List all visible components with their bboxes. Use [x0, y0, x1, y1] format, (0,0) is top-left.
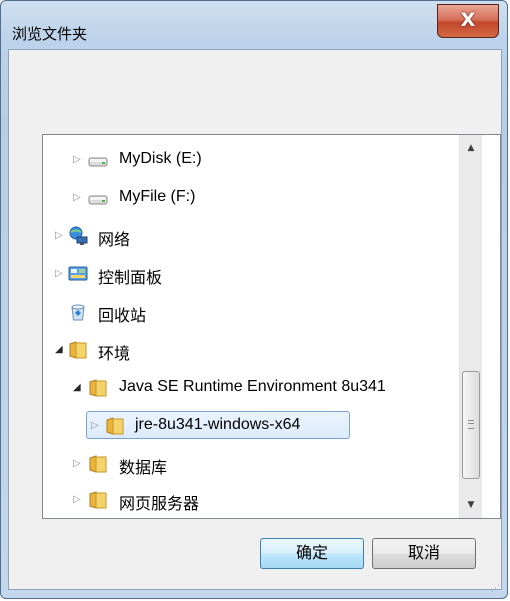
- tree-item-label: 回收站: [98, 308, 147, 325]
- collapse-arrow-icon[interactable]: ◢: [55, 344, 65, 356]
- vertical-scrollbar[interactable]: ▲ ▼: [459, 135, 482, 518]
- folder-tree[interactable]: ▷ MyDisk (E:) ▷ MyFile (F:) ▷ 网络 ▷ 控制面板 …: [42, 134, 501, 519]
- expand-arrow-icon[interactable]: ▷: [73, 494, 83, 506]
- tree-item-label: 控制面板: [98, 270, 163, 287]
- tree-item-label: 网页服务器: [119, 496, 200, 513]
- tree-item-label: MyFile (F:): [119, 188, 196, 205]
- folder-icon: [106, 417, 124, 435]
- tree-item-myfile[interactable]: ▷ MyFile (F:): [43, 181, 500, 215]
- tree-item-label: 数据库: [119, 460, 168, 477]
- close-button[interactable]: X: [437, 4, 499, 38]
- tree-item-label: jre-8u341-windows-x64: [135, 416, 301, 433]
- expand-arrow-icon[interactable]: ▷: [55, 268, 65, 280]
- cancel-button[interactable]: 取消: [372, 538, 476, 569]
- tree-item-recycle-bin[interactable]: 回收站: [43, 295, 500, 329]
- expand-arrow-icon[interactable]: ▷: [73, 458, 83, 470]
- drive-icon: [88, 195, 108, 205]
- drive-icon: [88, 157, 108, 167]
- network-icon: [69, 226, 88, 245]
- folder-icon: [89, 491, 107, 509]
- tree-item-java-se[interactable]: ◢ Java SE Runtime Environment 8u341: [43, 371, 500, 405]
- tree-item-label: 网络: [98, 232, 131, 249]
- ok-button[interactable]: 确定: [260, 538, 364, 569]
- tree-item-web-server[interactable]: ▷ 网页服务器: [43, 483, 500, 517]
- folder-icon: [89, 455, 107, 473]
- tree-item-control-panel[interactable]: ▷ 控制面板: [43, 257, 500, 291]
- collapse-arrow-icon[interactable]: ◢: [73, 382, 83, 394]
- scrollbar-thumb[interactable]: [462, 371, 480, 479]
- tree-item-label: Java SE Runtime Environment 8u341: [119, 378, 386, 395]
- resize-grip-icon[interactable]: ⋰: [491, 583, 500, 594]
- tree-item-network[interactable]: ▷ 网络: [43, 219, 500, 253]
- window-title: 浏览文件夹: [12, 26, 88, 43]
- tree-item-label: MyDisk (E:): [119, 150, 202, 167]
- scroll-down-arrow-icon[interactable]: ▼: [460, 495, 482, 515]
- expand-arrow-icon[interactable]: ▷: [91, 420, 101, 432]
- tree-item-mydisk[interactable]: ▷ MyDisk (E:): [43, 143, 500, 177]
- scroll-up-arrow-icon[interactable]: ▲: [460, 138, 482, 158]
- tree-item-label: 环境: [98, 346, 131, 363]
- folder-icon: [89, 379, 107, 397]
- browse-folder-dialog: 浏览文件夹 X ▷ MyDisk (E:) ▷ MyFile (F:) ▷ 网络…: [0, 0, 508, 599]
- recycle-bin-icon: [71, 304, 85, 321]
- tree-item-database[interactable]: ▷ 数据库: [43, 447, 500, 481]
- tree-item-jre[interactable]: ▷ jre-8u341-windows-x64: [43, 409, 500, 443]
- grip-icon: [468, 420, 474, 429]
- folder-icon: [69, 341, 87, 359]
- expand-arrow-icon[interactable]: ▷: [73, 192, 83, 204]
- control-panel-icon: [68, 266, 88, 281]
- expand-arrow-icon[interactable]: ▷: [73, 154, 83, 166]
- close-icon: X: [460, 9, 476, 31]
- expand-arrow-icon[interactable]: ▷: [55, 230, 65, 242]
- tree-item-environment[interactable]: ◢ 环境: [43, 333, 500, 367]
